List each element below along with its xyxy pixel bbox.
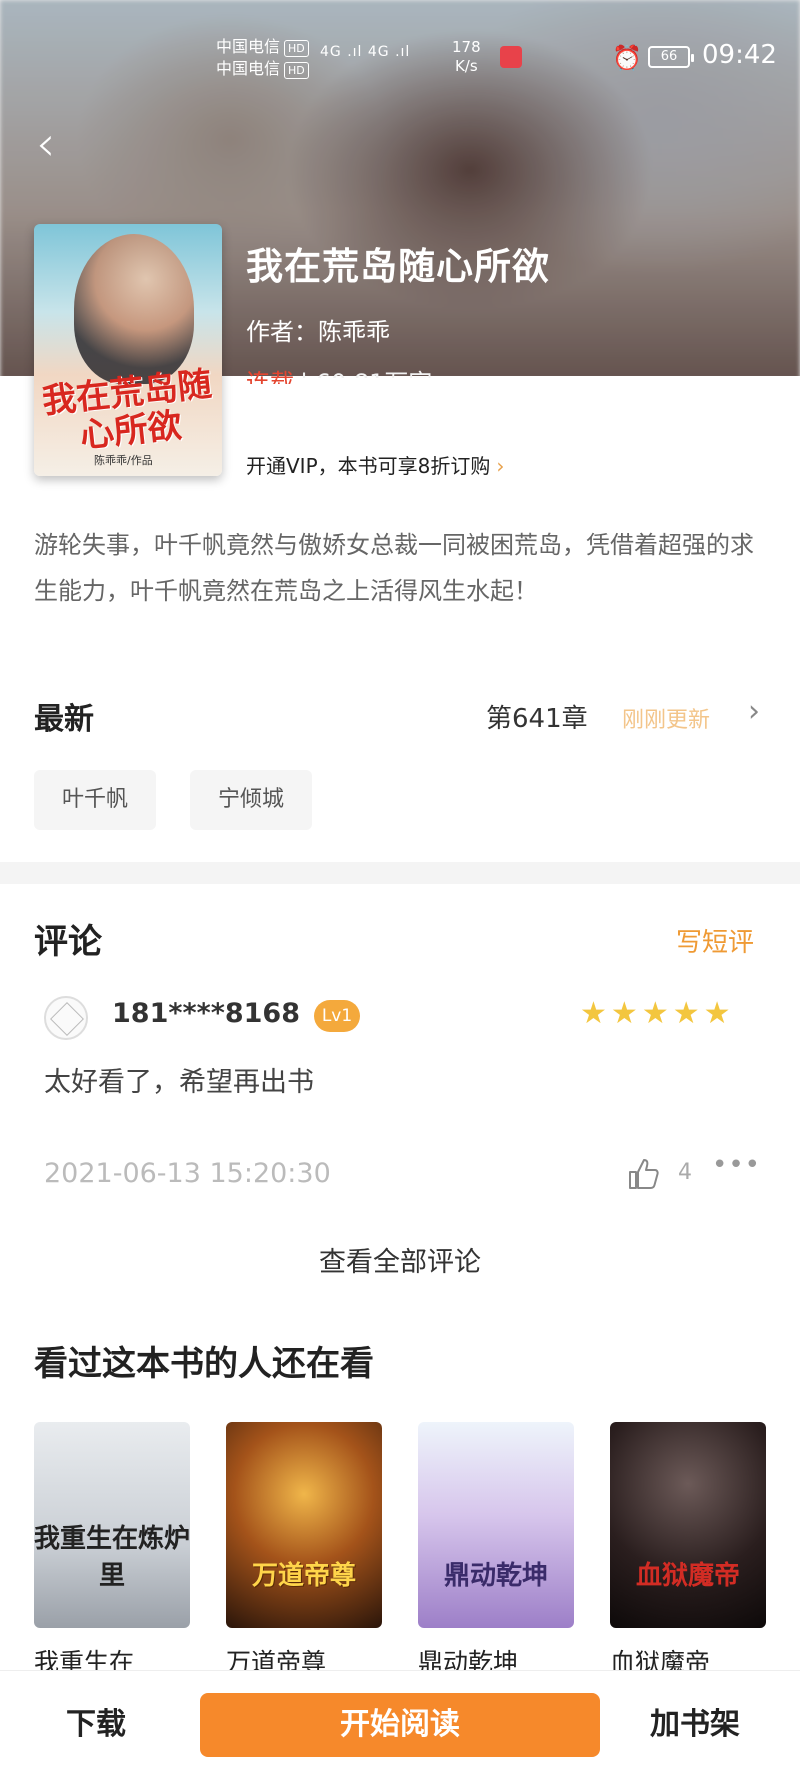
book-status: 连载 xyxy=(246,369,294,384)
recommended-book-cover[interactable]: 血狱魔帝 xyxy=(610,1422,766,1628)
latest-chapter[interactable]: 第641章 xyxy=(486,698,588,735)
status-bar: 中国电信 HD 中国电信 HD 4G .ıl 4G .ıl 178 K/s ⏰ 66… xyxy=(0,0,800,110)
add-to-shelf-button[interactable]: 加书架 xyxy=(650,1699,740,1743)
star-icon: ★ xyxy=(580,996,611,1031)
latest-updated-badge: 刚刚更新 xyxy=(622,708,711,733)
cover-title: 万道帝尊 xyxy=(251,1561,356,1591)
cover-title: 我在荒岛随心所欲 xyxy=(40,364,214,457)
comment-text: 太好看了，希望再出书 xyxy=(44,1067,314,1098)
clock: 09:42 xyxy=(702,40,777,70)
recommended-book-name[interactable]: 血狱魔帝 xyxy=(610,1646,710,1670)
comment-timestamp: 2021-06-13 15:20:30 xyxy=(44,1158,331,1189)
cover-illustration xyxy=(74,234,194,384)
net-speed-unit: K/s xyxy=(454,57,478,75)
book-cover[interactable]: 我在荒岛随心所欲 陈乖乖/作品 xyxy=(34,224,222,476)
carrier-name: 中国电信 xyxy=(216,37,281,56)
carrier-name: 中国电信 xyxy=(216,59,281,78)
recommended-book-cover[interactable]: 我重生在炼炉里 xyxy=(34,1422,190,1628)
hd-badge: HD xyxy=(284,40,309,57)
book-synopsis: 游轮失事，叶千帆竟然与傲娇女总裁一同被困荒岛，凭借着超强的求生能力，叶千帆竟然在… xyxy=(34,531,754,605)
start-reading-button[interactable]: 开始阅读 xyxy=(200,1693,600,1757)
chevron-right-icon: › xyxy=(496,454,505,478)
back-button[interactable]: ‹ xyxy=(36,116,80,176)
section-divider xyxy=(0,862,800,884)
comment-username[interactable]: 181****8168 xyxy=(112,998,300,1029)
recommendations-title: 看过这本书的人还在看 xyxy=(34,1344,374,1384)
signal-icon: 4G .ıl 4G .ıl xyxy=(320,44,411,60)
star-icon: ★ xyxy=(703,996,735,1031)
cover-title: 我重生在炼炉里 xyxy=(34,1524,190,1591)
tag-chip[interactable]: 宁倾城 xyxy=(190,770,313,830)
book-word-count: | 60.81万字 xyxy=(300,366,432,378)
vip-promo-text: 开通VIP，本书可享8折订购 xyxy=(246,454,491,478)
net-speed-value: 178 xyxy=(452,38,481,56)
bottom-action-bar: 下载 开始阅读 加书架 xyxy=(0,1670,800,1778)
vip-promo-link[interactable]: 开通VIP，本书可享8折订购 › xyxy=(246,450,504,479)
net-speed: 178 K/s xyxy=(452,38,481,76)
download-button[interactable]: 下载 xyxy=(66,1699,126,1743)
recommended-book-cover[interactable]: 万道帝尊 xyxy=(226,1422,382,1628)
recommended-book-name[interactable]: 我重生在 xyxy=(34,1646,134,1670)
recommended-book-name[interactable]: 万道帝尊 xyxy=(226,1646,326,1670)
cover-title: 血狱魔帝 xyxy=(635,1561,740,1591)
star-icon: ★ xyxy=(672,996,704,1031)
recommended-book-name[interactable]: 鼎动乾坤 xyxy=(418,1646,518,1670)
chevron-right-icon[interactable]: › xyxy=(748,694,760,729)
tag-chip[interactable]: 叶千帆 xyxy=(34,770,157,830)
write-review-button[interactable]: 写短评 xyxy=(676,922,754,959)
cover-author: 陈乖乖/作品 xyxy=(94,454,153,467)
star-icon: ★ xyxy=(641,996,673,1031)
level-badge: Lv1 xyxy=(314,1000,360,1032)
chevron-left-icon: ‹ xyxy=(36,116,56,172)
hd-badge: HD xyxy=(284,62,309,79)
star-icon: ★ xyxy=(610,996,642,1031)
latest-label: 最新 xyxy=(34,702,94,737)
comments-title: 评论 xyxy=(34,922,102,962)
recommended-book-cover[interactable]: 鼎动乾坤 xyxy=(418,1422,574,1628)
battery-level: 66 xyxy=(660,49,678,64)
avatar[interactable] xyxy=(44,996,88,1040)
like-count: 4 xyxy=(678,1160,692,1185)
alarm-icon: ⏰ xyxy=(612,44,642,72)
rating-stars: ★★★★★ xyxy=(580,996,735,1031)
book-title: 我在荒岛随心所欲 xyxy=(246,245,550,288)
thumbs-up-icon[interactable] xyxy=(626,1156,662,1192)
notification-app-icon xyxy=(500,46,522,68)
more-icon[interactable]: ••• xyxy=(712,1150,761,1180)
view-all-comments-link[interactable]: 查看全部评论 xyxy=(0,1240,800,1279)
battery-icon: 66 xyxy=(648,46,694,68)
cover-title: 鼎动乾坤 xyxy=(443,1561,548,1591)
book-author: 作者：陈乖乖 xyxy=(246,318,390,346)
carrier-info: 中国电信 HD 中国电信 HD xyxy=(216,36,309,80)
